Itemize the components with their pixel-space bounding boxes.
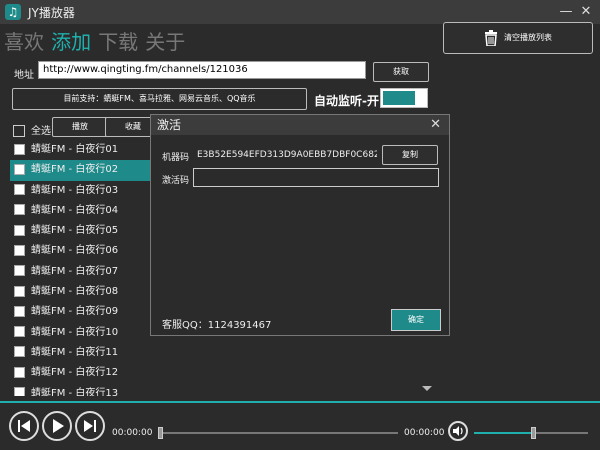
trash-icon <box>485 30 497 46</box>
play-icon <box>53 419 64 433</box>
list-item-title: 蜻蜓FM - 白夜行02 <box>31 164 119 176</box>
previous-button[interactable] <box>9 411 39 441</box>
copy-button[interactable]: 复制 <box>382 145 438 165</box>
clear-playlist-label: 清空播放列表 <box>504 33 552 42</box>
total-time: 00:00:00 <box>404 428 445 438</box>
activation-code-label: 激活码 <box>162 176 190 186</box>
next-button[interactable] <box>75 411 105 441</box>
window-title: JY播放器 <box>28 6 75 20</box>
list-item-title: 蜻蜓FM - 白夜行08 <box>31 286 119 298</box>
list-item[interactable]: 蜻蜓FM - 白夜行12 <box>10 363 430 383</box>
list-item-title: 蜻蜓FM - 白夜行10 <box>31 326 119 338</box>
checkbox-icon[interactable] <box>14 346 25 358</box>
skip-forward-icon <box>84 420 96 432</box>
machine-code-value: E3B52E594EFD313D9A0EBB7DBF0C6825D <box>197 150 377 160</box>
list-item-title: 蜻蜓FM - 白夜行06 <box>31 245 119 257</box>
support-qq-text: 客服QQ：1124391467 <box>162 320 272 331</box>
list-item-title: 蜻蜓FM - 白夜行09 <box>31 306 119 318</box>
confirm-button[interactable]: 确定 <box>391 309 441 331</box>
main-tabs: 喜欢 添加 下载 关于 <box>4 26 187 55</box>
list-item-title: 蜻蜓FM - 白夜行12 <box>31 367 119 379</box>
list-item[interactable]: 蜻蜓FM - 白夜行02 <box>10 160 152 181</box>
list-item-title: 蜻蜓FM - 白夜行07 <box>31 265 119 277</box>
close-button[interactable]: ✕ <box>576 2 596 22</box>
checkbox-icon[interactable] <box>14 204 25 216</box>
volume-slider-thumb[interactable] <box>531 427 536 439</box>
tab-about[interactable]: 关于 <box>145 26 185 55</box>
select-all-label: 全选 <box>31 126 51 137</box>
address-input[interactable]: http://www.qingting.fm/channels/121036 <box>38 61 366 79</box>
checkbox-icon[interactable] <box>14 285 25 297</box>
current-time: 00:00:00 <box>112 428 153 438</box>
list-item-title: 蜻蜓FM - 白夜行13 <box>31 387 119 396</box>
list-item-title: 蜻蜓FM - 白夜行04 <box>31 204 119 216</box>
list-item-title: 蜻蜓FM - 白夜行11 <box>31 346 119 358</box>
list-item[interactable]: 蜻蜓FM - 白夜行11 <box>10 343 430 363</box>
list-item-title: 蜻蜓FM - 白夜行03 <box>31 184 119 196</box>
clear-playlist-button[interactable]: 清空播放列表 <box>443 22 593 54</box>
volume-button[interactable] <box>448 421 468 441</box>
checkbox-icon[interactable] <box>14 366 25 378</box>
scroll-down-icon[interactable] <box>422 386 432 391</box>
dialog-close-icon[interactable]: ✕ <box>430 115 441 135</box>
checkbox-icon[interactable] <box>14 163 25 175</box>
skip-back-icon <box>18 420 30 432</box>
list-item-title: 蜻蜓FM - 白夜行05 <box>31 225 119 237</box>
tab-add[interactable]: 添加 <box>51 26 91 55</box>
checkbox-icon[interactable] <box>14 244 25 256</box>
list-item[interactable]: 蜻蜓FM - 白夜行13 <box>10 384 430 396</box>
tab-favorites[interactable]: 喜欢 <box>4 26 44 55</box>
address-label: 地址 <box>14 70 34 81</box>
fetch-button[interactable]: 获取 <box>373 62 429 82</box>
play-selected-button[interactable]: 播放 <box>52 117 108 137</box>
toggle-fill <box>383 91 415 105</box>
minimize-button[interactable]: — <box>556 2 576 22</box>
supported-sources-text: 目前支持：蜻蜓FM、喜马拉雅、网易云音乐、QQ音乐 <box>12 88 307 110</box>
auto-monitor-toggle[interactable] <box>380 88 428 108</box>
volume-fill <box>474 432 531 434</box>
select-all-checkbox[interactable]: 全选 <box>13 122 51 137</box>
play-button[interactable] <box>42 411 72 441</box>
list-item-title: 蜻蜓FM - 白夜行01 <box>31 144 119 155</box>
progress-slider[interactable] <box>158 432 398 434</box>
activation-dialog: 激活 ✕ 机器码 E3B52E594EFD313D9A0EBB7DBF0C682… <box>150 114 450 336</box>
dialog-title: 激活 <box>157 118 182 132</box>
title-bar: ♫ JY播放器 — ✕ <box>0 0 600 24</box>
machine-code-label: 机器码 <box>162 153 190 163</box>
checkbox-icon[interactable] <box>14 143 25 155</box>
volume-icon <box>453 426 463 436</box>
music-note-icon: ♫ <box>5 4 21 20</box>
activation-code-input[interactable] <box>193 168 439 187</box>
progress-slider-thumb[interactable] <box>158 427 163 439</box>
auto-monitor-label: 自动监听-开 <box>314 94 379 108</box>
checkbox-icon[interactable] <box>14 305 25 317</box>
checkbox-icon <box>13 125 25 137</box>
tab-download[interactable]: 下载 <box>98 26 138 55</box>
checkbox-icon[interactable] <box>14 326 25 338</box>
checkbox-icon[interactable] <box>14 224 25 236</box>
checkbox-icon[interactable] <box>14 387 25 396</box>
checkbox-icon[interactable] <box>14 184 25 196</box>
dialog-title-bar: 激活 ✕ <box>151 115 449 135</box>
checkbox-icon[interactable] <box>14 265 25 277</box>
